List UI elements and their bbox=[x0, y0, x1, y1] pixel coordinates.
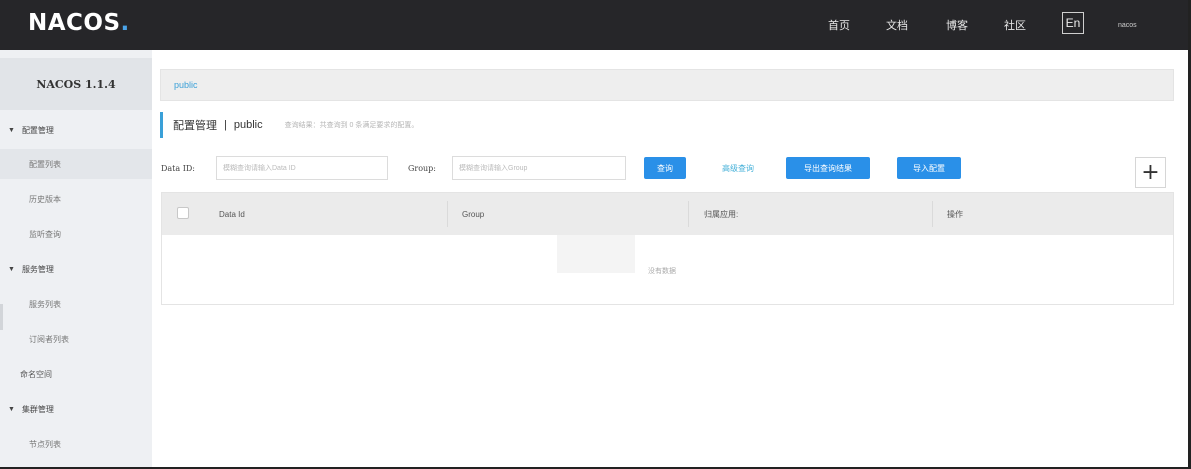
sidebar-item-label: 命名空间 bbox=[20, 369, 52, 379]
sidebar-item-label: 订阅者列表 bbox=[29, 334, 69, 344]
group-placeholder: 模糊查询请输入Group bbox=[459, 165, 528, 172]
query-button[interactable]: 查询 bbox=[644, 157, 686, 179]
sidebar-group-config-management[interactable]: ▼ 配置管理 bbox=[0, 115, 152, 145]
language-switch-button[interactable]: En bbox=[1062, 12, 1084, 34]
sidebar: NACOS 1.1.4 ▼ 配置管理 配置列表 历史版本 监听查询 ▼ 服务管理… bbox=[0, 50, 152, 467]
column-divider[interactable] bbox=[688, 201, 689, 227]
sidebar-item-config-list[interactable]: 配置列表 bbox=[0, 149, 152, 179]
title-separator: | bbox=[224, 119, 227, 131]
sidebar-item-label: 监听查询 bbox=[29, 229, 61, 239]
column-divider[interactable] bbox=[447, 201, 448, 227]
export-results-button[interactable]: 导出查询结果 bbox=[786, 157, 870, 179]
column-header-dataid[interactable]: Data Id bbox=[219, 193, 245, 235]
group-label: Group: bbox=[408, 164, 436, 173]
namespace-link-public[interactable]: public bbox=[174, 80, 198, 90]
page-title-row: 配置管理 | public 查询结果：共查询到 0 条满足要求的配置。 bbox=[160, 112, 418, 138]
dataid-label: Data ID: bbox=[161, 164, 195, 173]
empty-state-placeholder bbox=[557, 235, 635, 273]
namespace-breadcrumb: public bbox=[160, 69, 1174, 101]
dataid-placeholder: 模糊查询请输入Data ID bbox=[223, 165, 296, 172]
page-namespace: public bbox=[233, 119, 263, 131]
sidebar-item-subscriber-list[interactable]: 订阅者列表 bbox=[0, 324, 152, 354]
config-table: Data Id Group 归属应用: 操作 没有数据 bbox=[161, 192, 1174, 305]
top-navbar: NACOS. 首页 文档 博客 社区 En nacos bbox=[0, 0, 1188, 50]
sidebar-group-cluster-management[interactable]: ▼ 集群管理 bbox=[0, 394, 152, 424]
sidebar-item-label: 服务列表 bbox=[29, 299, 61, 309]
user-menu[interactable]: nacos bbox=[1118, 0, 1137, 50]
query-result-hint: 查询结果：共查询到 0 条满足要求的配置。 bbox=[284, 122, 419, 129]
dataid-search-input[interactable]: 模糊查询请输入Data ID bbox=[216, 156, 388, 180]
nacos-logo[interactable]: NACOS. bbox=[28, 10, 130, 36]
sidebar-item-node-list[interactable]: 节点列表 bbox=[0, 429, 152, 459]
page-title: 配置管理 bbox=[173, 120, 217, 132]
import-config-button[interactable]: 导入配置 bbox=[897, 157, 961, 179]
sidebar-item-label: 配置列表 bbox=[29, 159, 61, 169]
empty-state-text: 没有数据 bbox=[648, 268, 676, 275]
sidebar-item-label: 服务管理 bbox=[21, 264, 54, 274]
sidebar-group-service-management[interactable]: ▼ 服务管理 bbox=[0, 254, 152, 284]
caret-down-icon: ▼ bbox=[8, 265, 15, 273]
sidebar-item-namespace[interactable]: 命名空间 bbox=[0, 359, 152, 389]
column-divider[interactable] bbox=[932, 201, 933, 227]
nav-blog[interactable]: 博客 bbox=[946, 0, 968, 50]
caret-down-icon: ▼ bbox=[8, 405, 15, 413]
sidebar-item-label: 集群管理 bbox=[21, 404, 54, 414]
nav-home[interactable]: 首页 bbox=[828, 0, 850, 50]
sidebar-item-service-list[interactable]: 服务列表 bbox=[0, 289, 152, 319]
column-header-group[interactable]: Group bbox=[462, 193, 484, 235]
plus-icon: + bbox=[1141, 160, 1160, 185]
column-header-actions: 操作 bbox=[947, 209, 963, 219]
sidebar-item-label: 配置管理 bbox=[21, 125, 54, 135]
sidebar-scroll-indicator[interactable] bbox=[0, 304, 3, 330]
add-config-button[interactable]: + bbox=[1135, 157, 1166, 188]
group-search-input[interactable]: 模糊查询请输入Group bbox=[452, 156, 626, 180]
nav-community[interactable]: 社区 bbox=[1004, 0, 1026, 50]
column-header-app[interactable]: 归属应用: bbox=[704, 193, 738, 235]
sidebar-item-label: 历史版本 bbox=[29, 194, 61, 204]
caret-down-icon: ▼ bbox=[8, 126, 15, 134]
version-label: NACOS 1.1.4 bbox=[0, 58, 152, 110]
sidebar-item-listener-query[interactable]: 监听查询 bbox=[0, 219, 152, 249]
select-all-checkbox[interactable] bbox=[177, 207, 189, 219]
advanced-query-link[interactable]: 高级查询 bbox=[722, 163, 754, 174]
nav-docs[interactable]: 文档 bbox=[886, 0, 908, 50]
table-header: Data Id Group 归属应用: 操作 bbox=[162, 193, 1173, 235]
sidebar-item-history[interactable]: 历史版本 bbox=[0, 184, 152, 214]
sidebar-item-label: 节点列表 bbox=[29, 439, 61, 449]
